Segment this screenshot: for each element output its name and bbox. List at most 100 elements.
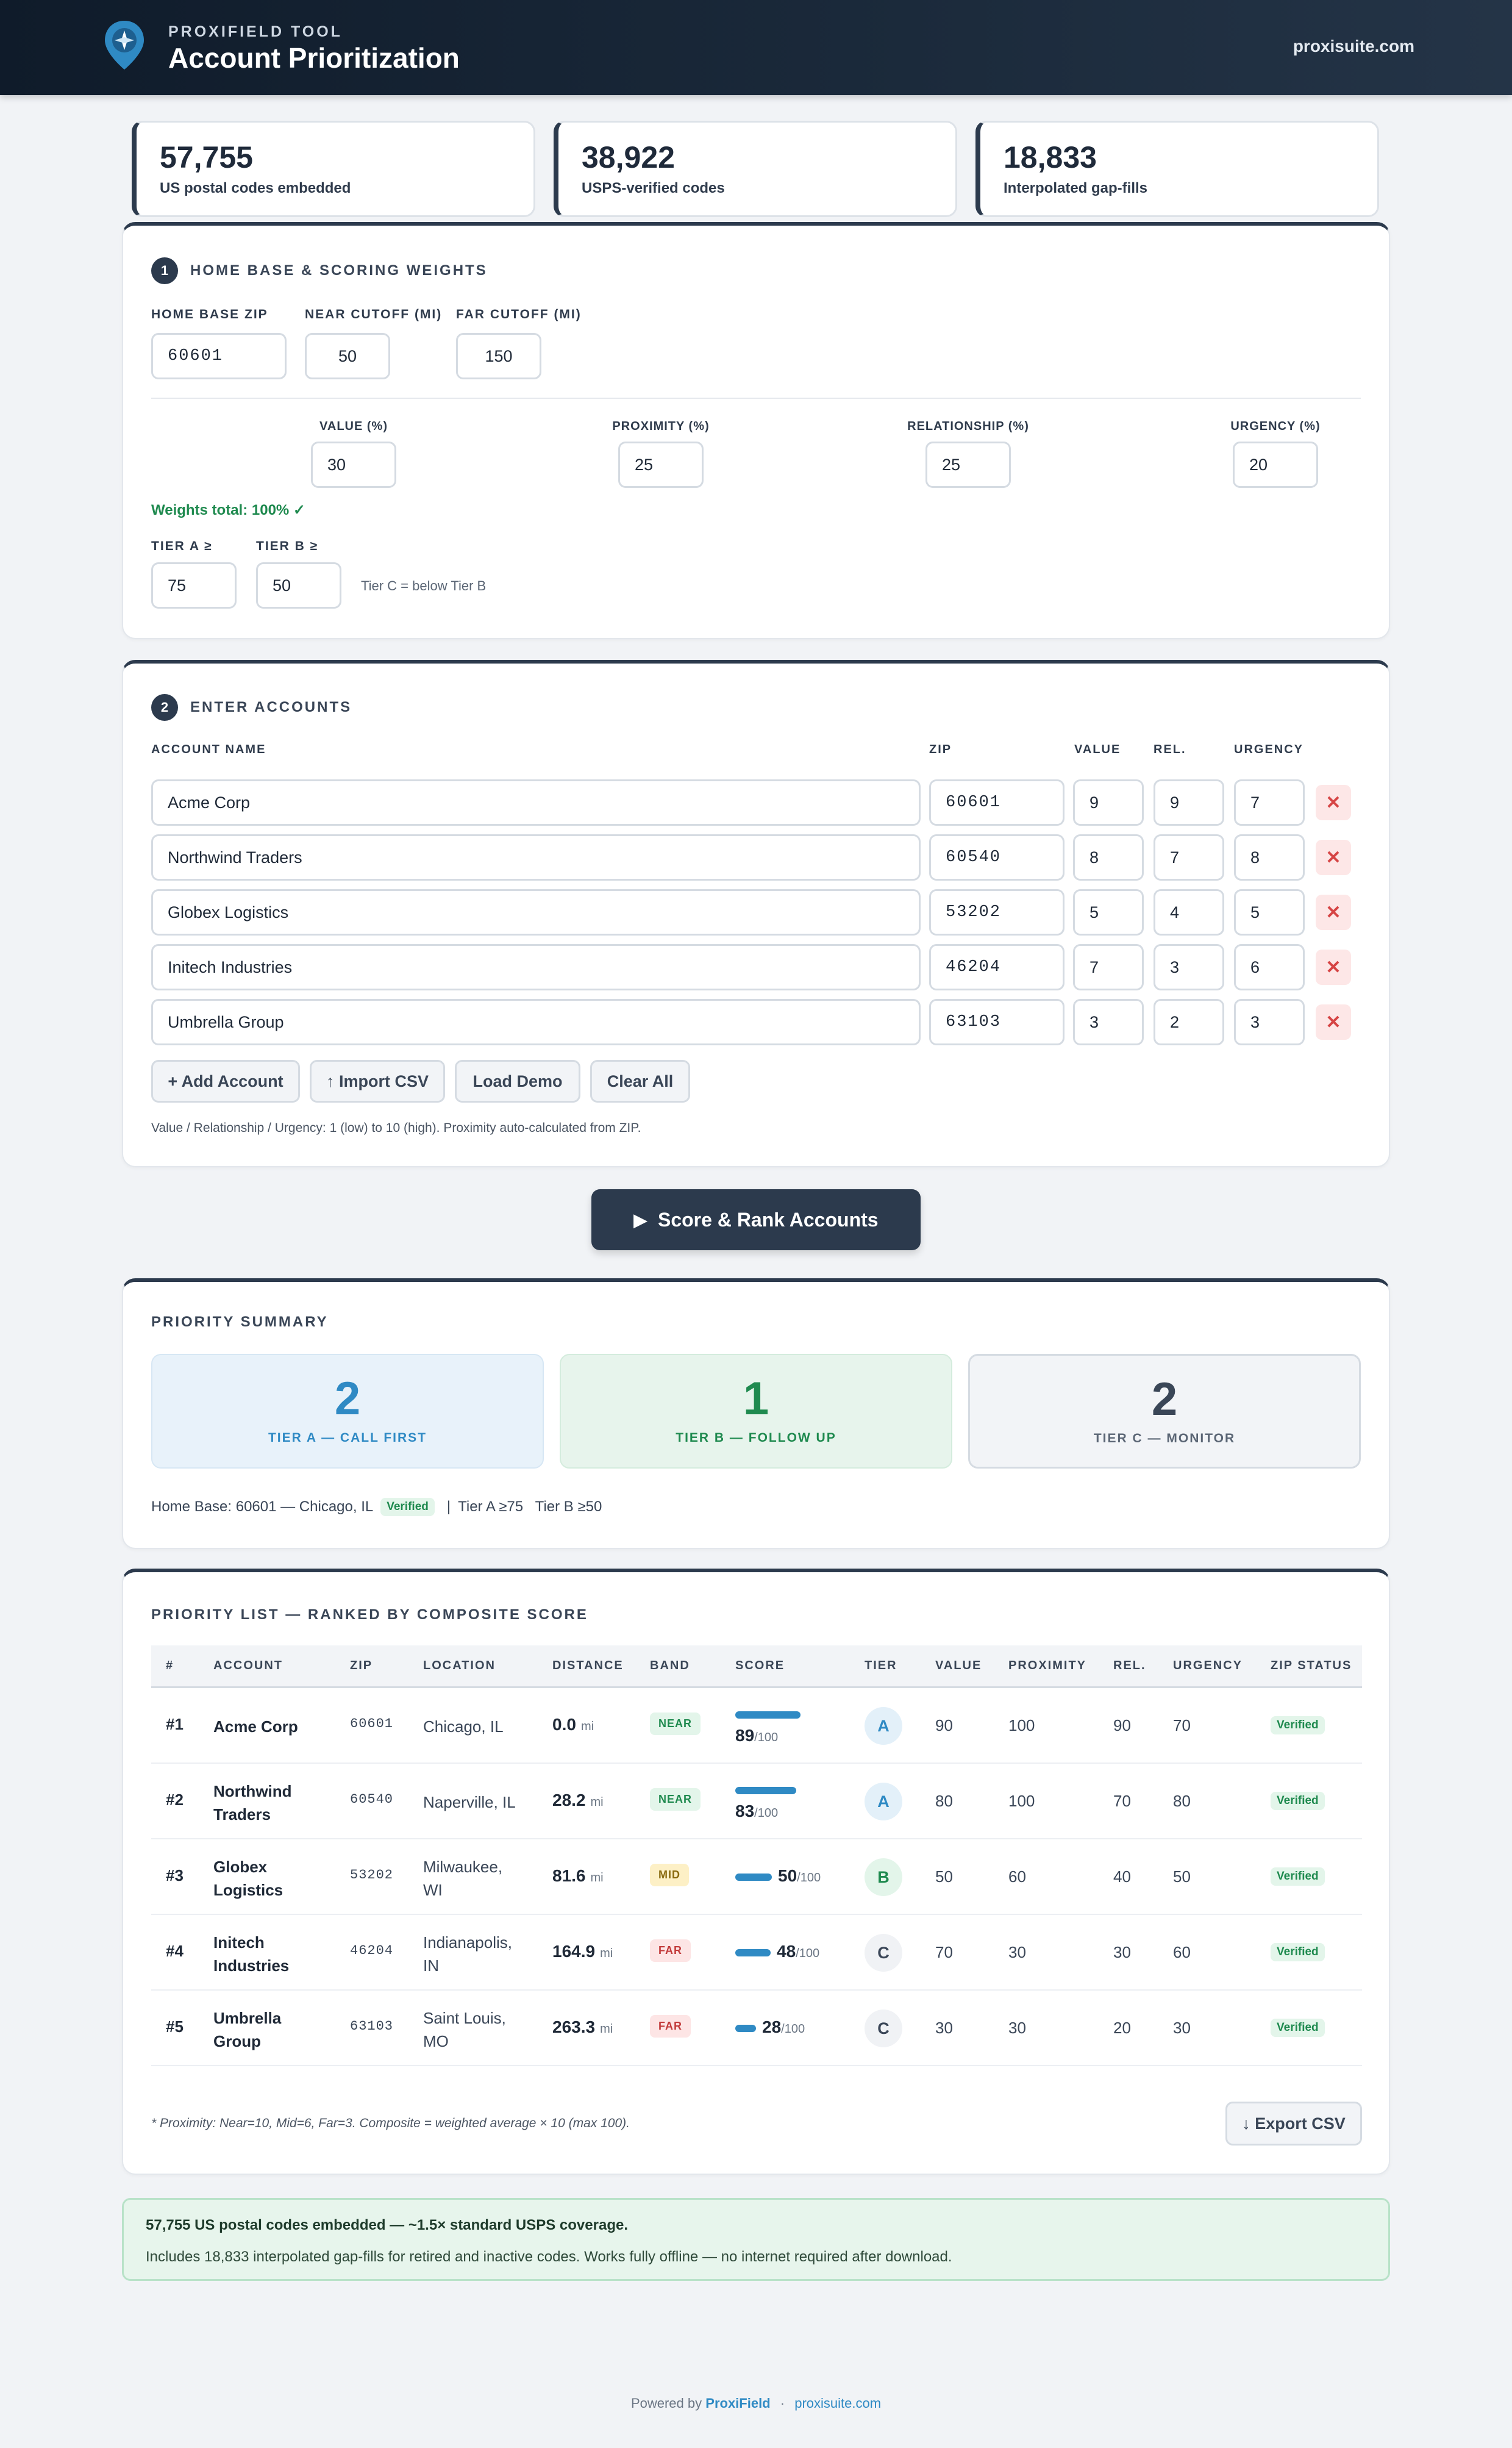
tier-b-label: TIER B ≥ — [256, 539, 319, 553]
export-csv-button[interactable]: ↓ Export CSV — [1225, 2102, 1362, 2146]
remove-account-icon[interactable]: ✕ — [1316, 840, 1351, 875]
row-location: Chicago, IL — [423, 1715, 504, 1738]
account-value-input[interactable]: 5 — [1073, 889, 1144, 936]
account-name-input[interactable]: Umbrella Group — [151, 999, 921, 1045]
account-urgency-input[interactable]: 5 — [1234, 889, 1305, 936]
stat-value: 18,833 — [1004, 140, 1097, 174]
row-value: 50 — [935, 1867, 953, 1886]
th-tier: TIER — [865, 1659, 897, 1672]
footer-brand-link[interactable]: ProxiField — [705, 2396, 770, 2411]
tier-b-input[interactable]: 50 — [256, 562, 341, 609]
row-band: FAR — [650, 2015, 691, 2038]
account-name-input[interactable]: Globex Logistics — [151, 889, 921, 936]
th-zip: ZIP — [350, 1659, 373, 1672]
remove-account-icon[interactable]: ✕ — [1316, 785, 1351, 820]
tier-a-card: 2 TIER A — CALL FIRST — [151, 1354, 544, 1469]
near-cutoff-input[interactable]: 50 — [305, 333, 390, 379]
account-zip-input[interactable]: 60540 — [929, 834, 1064, 881]
account-name-input[interactable]: Initech Industries — [151, 944, 921, 990]
score-max: /100 — [754, 1731, 779, 1744]
weight-value-input[interactable]: 30 — [311, 442, 396, 488]
col-zip: ZIP — [929, 743, 952, 756]
account-urgency-input[interactable]: 6 — [1234, 944, 1305, 990]
account-rel-input[interactable]: 7 — [1154, 834, 1224, 881]
account-value-input[interactable]: 3 — [1073, 999, 1144, 1045]
tier-a-label: TIER A ≥ — [151, 539, 213, 553]
row-zip-status: Verified — [1271, 1941, 1325, 1961]
row-account: Globex Logistics — [213, 1855, 283, 1902]
distance-unit: mi — [580, 1720, 594, 1733]
row-rank: #1 — [166, 1715, 184, 1733]
import-csv-button[interactable]: ↑ Import CSV — [310, 1060, 445, 1103]
account-rel-input[interactable]: 3 — [1154, 944, 1224, 990]
tier-a-caption: TIER A — CALL FIRST — [268, 1431, 427, 1445]
score-max: /100 — [797, 1871, 821, 1884]
clear-all-button[interactable]: Clear All — [590, 1060, 690, 1103]
powered-by-footer: Powered by ProxiField · proxisuite.com — [0, 2396, 1512, 2411]
score-bar — [735, 1711, 801, 1719]
page-title: Account Prioritization — [168, 42, 460, 74]
th-zip-status: ZIP STATUS — [1271, 1659, 1352, 1672]
far-cutoff-input[interactable]: 150 — [456, 333, 541, 379]
accounts-panel: 2 ENTER ACCOUNTS ACCOUNT NAME ZIP VALUE … — [122, 660, 1390, 1167]
load-demo-button[interactable]: Load Demo — [455, 1060, 580, 1103]
footer-site-link[interactable]: proxisuite.com — [794, 2396, 881, 2411]
home-zip-input[interactable]: 60601 — [151, 333, 287, 379]
remove-account-icon[interactable]: ✕ — [1316, 895, 1351, 930]
th-location: LOCATION — [423, 1659, 496, 1672]
stat-value: 57,755 — [160, 140, 253, 174]
tier-a-input[interactable]: 75 — [151, 562, 237, 609]
band-badge: NEAR — [650, 1788, 701, 1811]
row-zip-status: Verified — [1271, 1865, 1325, 1886]
account-zip-input[interactable]: 63103 — [929, 999, 1064, 1045]
th-account: ACCOUNT — [213, 1659, 283, 1672]
row-account: Umbrella Group — [213, 2006, 281, 2053]
row-proximity: 30 — [1008, 1943, 1026, 1961]
add-account-button[interactable]: + Add Account — [151, 1060, 300, 1103]
account-value-input[interactable]: 9 — [1073, 779, 1144, 826]
account-zip-input[interactable]: 60601 — [929, 779, 1064, 826]
col-account-name: ACCOUNT NAME — [151, 743, 266, 756]
weights-total-status: Weights total: 100% ✓ — [151, 502, 306, 518]
col-rel: REL. — [1154, 743, 1186, 756]
row-value: 90 — [935, 1716, 953, 1734]
header-site-link[interactable]: proxisuite.com — [1293, 37, 1414, 56]
row-location: Indianapolis, IN — [423, 1931, 512, 1977]
weight-urgency-input[interactable]: 20 — [1233, 442, 1318, 488]
near-cutoff-label: NEAR CUTOFF (MI) — [305, 307, 443, 321]
account-rel-input[interactable]: 9 — [1154, 779, 1224, 826]
distance-value: 81.6 — [552, 1866, 586, 1885]
account-name-line: Group — [213, 2032, 261, 2050]
weight-relationship-input[interactable]: 25 — [925, 442, 1011, 488]
account-name-input[interactable]: Northwind Traders — [151, 834, 921, 881]
app-header: PROXIFIELD TOOL Account Prioritization p… — [0, 0, 1512, 95]
account-value-input[interactable]: 7 — [1073, 944, 1144, 990]
th-proximity: PROXIMITY — [1008, 1659, 1087, 1672]
account-urgency-input[interactable]: 3 — [1234, 999, 1305, 1045]
row-band: FAR — [650, 1939, 691, 1962]
remove-account-icon[interactable]: ✕ — [1316, 1004, 1351, 1040]
brand-subtitle: PROXIFIELD TOOL — [168, 23, 343, 40]
row-location: Naperville, IL — [423, 1791, 516, 1814]
account-zip-input[interactable]: 46204 — [929, 944, 1064, 990]
account-urgency-input[interactable]: 8 — [1234, 834, 1305, 881]
tier-badge: C — [865, 1934, 902, 1972]
account-rel-input[interactable]: 2 — [1154, 999, 1224, 1045]
row-urgency: 60 — [1173, 1943, 1191, 1961]
account-rel-input[interactable]: 4 — [1154, 889, 1224, 936]
score-max: /100 — [754, 1806, 779, 1820]
account-zip-input[interactable]: 53202 — [929, 889, 1064, 936]
stat-card-verified: 38,922 USPS-verified codes — [554, 121, 957, 217]
remove-account-icon[interactable]: ✕ — [1316, 950, 1351, 985]
weight-proximity-input[interactable]: 25 — [618, 442, 704, 488]
footer-dot: · — [780, 2396, 785, 2411]
account-value-input[interactable]: 8 — [1073, 834, 1144, 881]
account-urgency-input[interactable]: 7 — [1234, 779, 1305, 826]
band-badge: NEAR — [650, 1713, 701, 1735]
distance-unit: mi — [590, 1795, 604, 1809]
row-rank: #3 — [166, 1866, 184, 1884]
row-zip: 46204 — [350, 1943, 394, 1958]
row-rank: #4 — [166, 1942, 184, 1960]
score-rank-button[interactable]: ▶ Score & Rank Accounts — [591, 1189, 921, 1250]
account-name-input[interactable]: Acme Corp — [151, 779, 921, 826]
